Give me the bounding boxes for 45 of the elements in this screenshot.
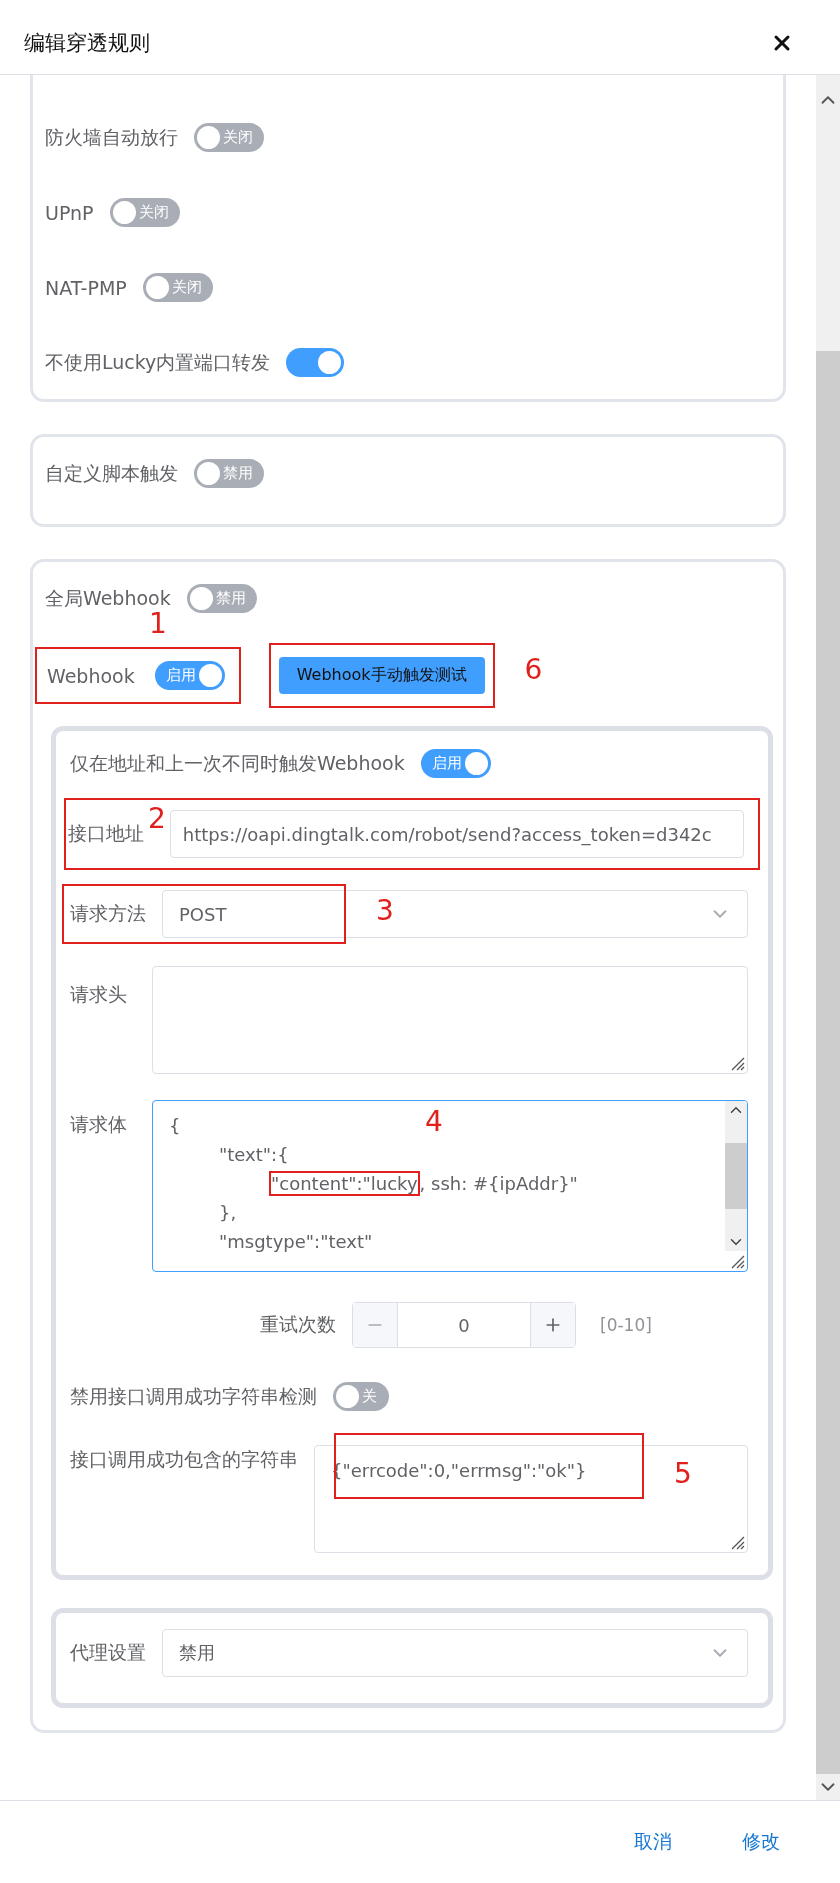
option-label: 防火墙自动放行 (45, 124, 178, 150)
toggle-switch[interactable]: 启用 (420, 749, 491, 778)
footer-button[interactable]: 修改 (742, 1829, 780, 1855)
toggle-switch[interactable] (286, 348, 345, 377)
code-line: }, (219, 1201, 237, 1225)
annotation-number: 2 (148, 802, 166, 836)
code-line: "content":"lucky, ssh: #{ipAddr}" (269, 1170, 578, 1198)
url-field[interactable]: https://oapi.dingtalk.com/robot/send?access_token=d342c (169, 810, 744, 858)
code-line: "text":{ (219, 1143, 289, 1167)
annotation-number: 4 (425, 1105, 443, 1138)
annotation-number: 3 (376, 894, 394, 927)
resize-grip-icon[interactable] (729, 1253, 745, 1269)
field-label: 接口地址 (68, 821, 144, 846)
test-button[interactable]: Webhook手动触发测试 (278, 657, 485, 694)
option-label: 全局Webhook (45, 585, 171, 611)
option-label: 禁用接口调用成功字符串检测 (70, 1383, 317, 1409)
field-label: 请求头 (70, 982, 128, 1007)
field-label: 代理设置 (70, 1640, 146, 1665)
option-label: 不使用Lucky内置端口转发 (45, 349, 271, 375)
scrollbar-thumb[interactable] (816, 351, 840, 1774)
annotation-number: 1 (149, 609, 167, 639)
option-label: UPnP (45, 201, 94, 224)
code-line: { (169, 1114, 181, 1138)
code-line: "msgtype":"text" (219, 1230, 373, 1254)
dialog-title: 编辑穿透规则 (24, 30, 150, 57)
field-label: 重试次数 (260, 1312, 336, 1337)
field-label: 接口调用成功包含的字符串 (70, 1447, 298, 1472)
scrollbar-thumb[interactable] (725, 1143, 747, 1209)
option-label: 仅在地址和上一次不同时触发Webhook (70, 750, 405, 776)
range-hint: [0-10] (600, 1315, 652, 1335)
headers-field[interactable] (152, 966, 748, 1074)
field-label: 请求方法 (70, 901, 146, 926)
annotation-number: 5 (674, 1457, 692, 1490)
retry-stepper[interactable]: 0 (352, 1302, 576, 1348)
proxy-select[interactable]: 禁用 (162, 1629, 748, 1677)
annotation-number: 6 (524, 653, 543, 686)
option-label: NAT-PMP (45, 276, 127, 299)
footer-button[interactable]: 取消 (634, 1829, 672, 1855)
resize-grip-icon[interactable] (729, 1534, 745, 1550)
field-label: 请求体 (70, 1112, 128, 1137)
option-label: Webhook (47, 664, 135, 687)
resize-grip-icon[interactable] (729, 1055, 745, 1071)
toggle-switch[interactable]: 启用 (154, 661, 225, 690)
body-field[interactable]: { "text":{ "content":"lucky, ssh: #{ipAddr}" }, "msgtype":"text" 4 (152, 1100, 748, 1272)
option-label: 自定义脚本触发 (45, 460, 178, 486)
